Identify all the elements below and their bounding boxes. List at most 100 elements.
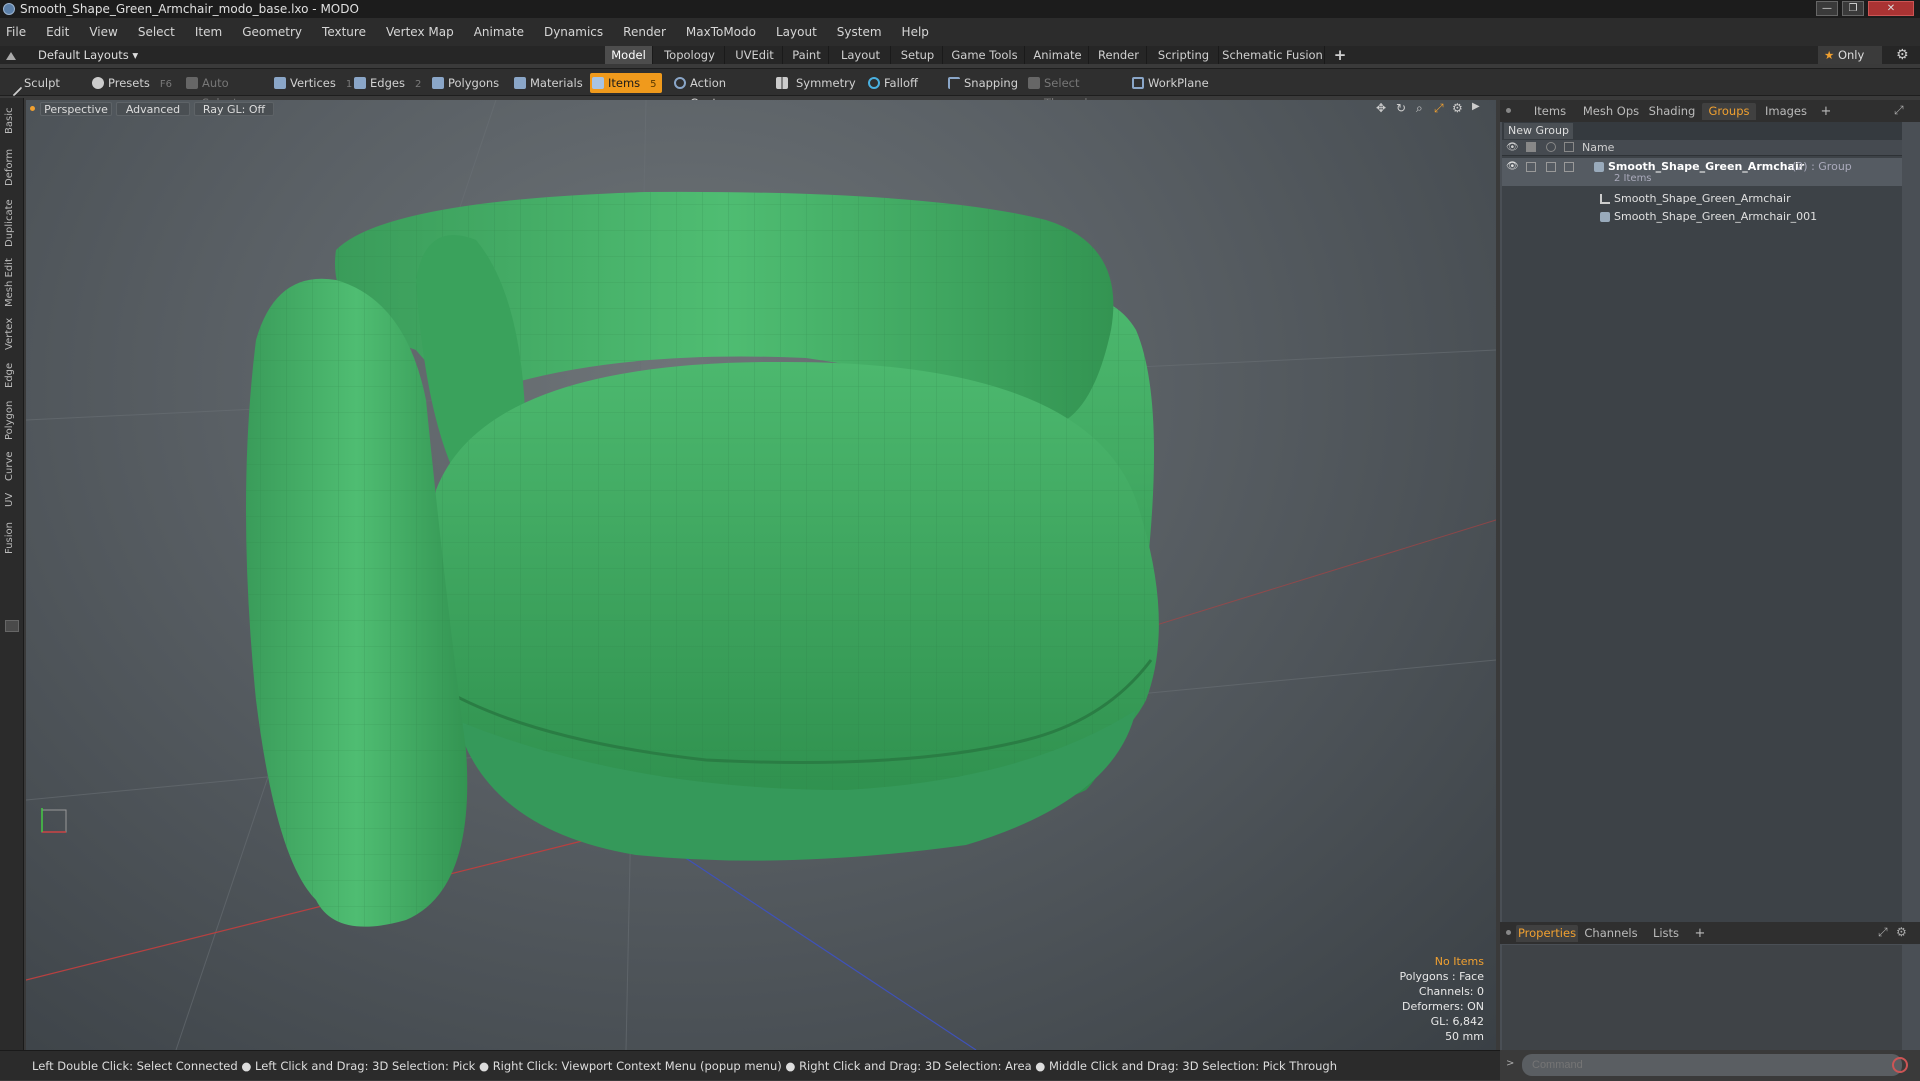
group-visibility-icon[interactable]: 👁 [1506, 158, 1519, 176]
group-child-row[interactable]: Smooth_Shape_Green_Armchair_001 [1502, 208, 1902, 226]
snapping-button[interactable]: Snapping [946, 73, 1026, 93]
vtab-deform[interactable]: Deform [4, 146, 20, 188]
menu-view[interactable]: View [89, 25, 117, 39]
tabs-expand-icon[interactable] [5, 620, 19, 632]
minimize-button[interactable]: — [1816, 1, 1838, 16]
tab-schematic-fusion[interactable]: Schematic Fusion [1221, 46, 1325, 64]
vtab-fusion[interactable]: Fusion [4, 518, 20, 558]
tab-images[interactable]: Images [1758, 103, 1814, 120]
group-lock-toggle[interactable] [1546, 162, 1556, 172]
tab-paint[interactable]: Paint [785, 46, 829, 64]
armchair-model [246, 191, 1159, 927]
action-center-button[interactable]: Action Center [672, 73, 764, 110]
command-input[interactable] [1522, 1054, 1902, 1076]
presets-button[interactable]: Presets F6 [90, 73, 174, 93]
tab-render[interactable]: Render [1091, 46, 1147, 64]
viewport-canvas[interactable] [26, 100, 1496, 1050]
vtab-polygon[interactable]: Polygon [4, 398, 20, 442]
lower-panel-menu-icon[interactable] [1506, 930, 1511, 935]
tab-lists[interactable]: Lists [1644, 925, 1688, 942]
layout-collapse-icon[interactable] [6, 50, 16, 60]
add-layout-button[interactable]: + [1330, 46, 1350, 64]
sculpt-button[interactable]: Sculpt [5, 73, 76, 97]
tab-setup[interactable]: Setup [893, 46, 943, 64]
panel-menu-icon[interactable] [1506, 108, 1511, 113]
pan-icon[interactable]: ✥ [1376, 101, 1386, 115]
symmetry-button[interactable]: Symmetry [774, 73, 856, 93]
workplane-button[interactable]: WorkPlane [1130, 73, 1210, 93]
edges-button[interactable]: Edges 2 [352, 73, 424, 93]
lower-panel-settings-icon[interactable]: ⚙ [1896, 925, 1907, 939]
gear-icon[interactable]: ⚙ [1896, 47, 1909, 63]
view-type-button[interactable]: Perspective [40, 102, 112, 116]
panel-expand-icon[interactable]: ⤢ [1894, 103, 1904, 118]
close-button[interactable]: ✕ [1868, 1, 1914, 16]
tab-topology[interactable]: Topology [655, 46, 725, 64]
new-group-button[interactable]: New Group [1504, 123, 1573, 139]
group-child-row[interactable]: Smooth_Shape_Green_Armchair [1502, 190, 1902, 208]
menu-dynamics[interactable]: Dynamics [544, 25, 603, 39]
lower-panel-expand-icon[interactable]: ⤢ [1878, 925, 1888, 940]
tab-scripting[interactable]: Scripting [1149, 46, 1219, 64]
tab-channels[interactable]: Channels [1582, 925, 1640, 942]
rotate-icon[interactable]: ↻ [1396, 101, 1406, 115]
tab-groups[interactable]: Groups [1702, 103, 1756, 120]
layout-selector[interactable]: Default Layouts ▾ [38, 46, 138, 64]
vtab-vertex[interactable]: Vertex [4, 316, 20, 352]
menu-layout[interactable]: Layout [776, 25, 817, 39]
ray-gl-button[interactable]: Ray GL: Off [194, 102, 274, 116]
tab-items[interactable]: Items [1522, 103, 1578, 120]
maximize-view-icon[interactable]: ⤢ [1434, 101, 1444, 116]
tab-uvedit[interactable]: UVEdit [727, 46, 783, 64]
vtab-duplicate[interactable]: Duplicate [4, 198, 20, 248]
3d-viewport[interactable]: Perspective Advanced Ray GL: Off ✥ ↻ ⌕ ⤢… [26, 100, 1496, 1050]
tab-animate[interactable]: Animate [1027, 46, 1089, 64]
group-select-toggle[interactable] [1564, 162, 1574, 172]
zoom-icon[interactable]: ⌕ [1416, 101, 1423, 116]
auto-select-button[interactable]: Auto Select [184, 73, 264, 110]
maximize-button[interactable]: ❐ [1842, 1, 1864, 16]
menu-geometry[interactable]: Geometry [242, 25, 302, 39]
menu-system[interactable]: System [837, 25, 882, 39]
menu-edit[interactable]: Edit [46, 25, 69, 39]
vtab-mesh-edit[interactable]: Mesh Edit [4, 256, 20, 310]
items-button[interactable]: Items 5 [590, 73, 662, 93]
menu-animate[interactable]: Animate [474, 25, 524, 39]
shading-mode-button[interactable]: Advanced [116, 102, 190, 116]
group-row[interactable]: 👁 Smooth_Shape_Green_Armchair (2) : Grou… [1502, 158, 1902, 186]
vtab-edge[interactable]: Edge [4, 360, 20, 390]
viewport-menu-icon[interactable] [30, 106, 35, 111]
vtab-uv[interactable]: UV [4, 490, 20, 510]
materials-button[interactable]: Materials [512, 73, 584, 93]
vertices-button[interactable]: Vertices 1 [272, 73, 352, 93]
viewport-more-icon[interactable]: ▶ [1472, 101, 1480, 112]
menu-help[interactable]: Help [902, 25, 929, 39]
menu-item[interactable]: Item [195, 25, 222, 39]
menu-render[interactable]: Render [623, 25, 666, 39]
menu-maxtomodo[interactable]: MaxToModo [686, 25, 756, 39]
command-record-icon[interactable] [1892, 1057, 1908, 1073]
tab-mesh-ops[interactable]: Mesh Ops [1580, 103, 1642, 120]
group-render-toggle[interactable] [1526, 162, 1536, 172]
menu-file[interactable]: File [6, 25, 26, 39]
tab-properties[interactable]: Properties [1516, 925, 1578, 942]
tab-layout[interactable]: Layout [831, 46, 891, 64]
name-column-header[interactable]: Name [1582, 140, 1614, 156]
tab-shading[interactable]: Shading [1644, 103, 1700, 120]
add-lower-tab-button[interactable]: + [1690, 925, 1710, 942]
menu-select[interactable]: Select [138, 25, 175, 39]
info-items: No Items [1434, 955, 1484, 968]
falloff-button[interactable]: Falloff [866, 73, 932, 93]
tab-game-tools[interactable]: Game Tools [945, 46, 1025, 64]
only-toggle[interactable]: ★ Only [1818, 46, 1882, 64]
viewport-settings-icon[interactable]: ⚙ [1452, 101, 1463, 115]
add-tab-button[interactable]: + [1816, 103, 1836, 120]
menu-texture[interactable]: Texture [322, 25, 366, 39]
select-through-button[interactable]: Select Through [1026, 73, 1120, 110]
groups-pane: New Group 👁 Name 👁 Smooth_Shape_Green_Ar… [1502, 122, 1902, 922]
tab-model[interactable]: Model [605, 46, 653, 64]
vtab-basic[interactable]: Basic [4, 106, 20, 136]
polygons-button[interactable]: Polygons [430, 73, 506, 93]
vtab-curve[interactable]: Curve [4, 450, 20, 482]
menu-vertex-map[interactable]: Vertex Map [386, 25, 454, 39]
